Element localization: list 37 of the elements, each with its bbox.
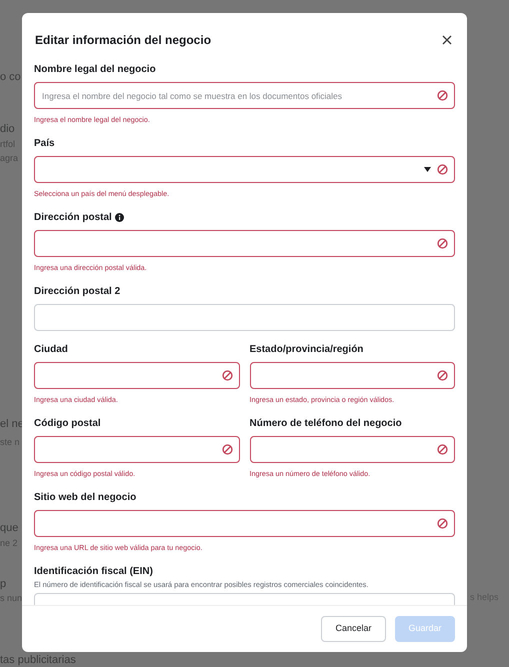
select-field[interactable]	[34, 156, 455, 183]
background-text: tas publicitarias	[0, 653, 76, 667]
field-label: Ciudad	[34, 343, 68, 356]
background-text: dio	[0, 122, 15, 136]
error-icon	[437, 370, 448, 381]
input-field[interactable]	[34, 362, 240, 389]
error-icon	[222, 444, 232, 455]
error-icon	[437, 518, 448, 529]
dialog-title: Editar información del negocio	[35, 32, 212, 48]
input-field[interactable]	[34, 436, 240, 463]
input-field[interactable]: Ingresa el nombre del negocio tal como se muestra en los documentos oficiales	[34, 82, 455, 109]
field-label: Dirección postal	[34, 211, 112, 224]
background-text: p	[0, 577, 6, 591]
caret-icon	[424, 167, 431, 172]
input-field[interactable]	[34, 510, 455, 537]
close-icon	[440, 32, 454, 46]
field-label: Estado/provincia/región	[250, 343, 364, 356]
error-icon	[437, 90, 448, 101]
error-icon	[437, 444, 448, 455]
error-icon	[437, 164, 448, 175]
field-label: Número de teléfono del negocio	[250, 417, 402, 430]
error-icon	[437, 238, 448, 249]
field-label: Dirección postal 2	[34, 285, 120, 298]
field-label: País	[34, 137, 55, 150]
input-field[interactable]	[250, 362, 455, 389]
background-text: o co	[0, 70, 21, 84]
cancel-button[interactable]: Cancelar	[321, 616, 386, 642]
field-label: Identificación fiscal (EIN)	[34, 565, 153, 578]
background-text: que	[0, 521, 18, 535]
field-label: Sitio web del negocio	[34, 491, 136, 504]
input-field[interactable]	[250, 436, 455, 463]
input-field[interactable]	[34, 230, 455, 257]
info-icon	[114, 213, 124, 222]
field-label: Nombre legal del negocio	[34, 63, 156, 76]
error-icon	[222, 370, 232, 381]
close-button[interactable]	[440, 32, 454, 46]
field-label: Código postal	[34, 417, 101, 430]
